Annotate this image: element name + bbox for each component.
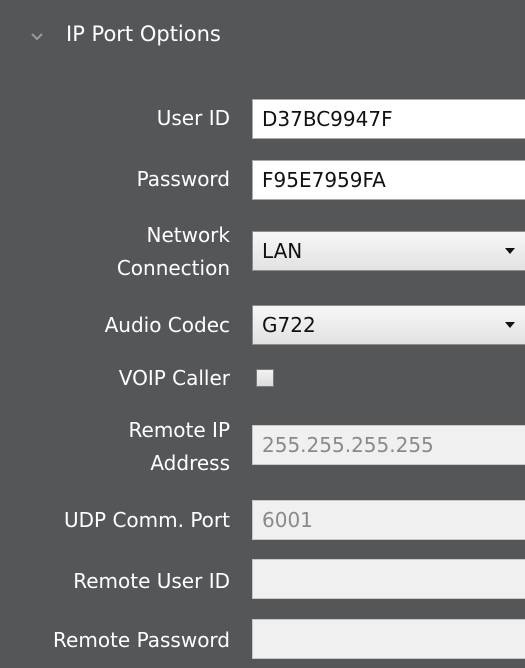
voip-caller-checkbox[interactable] xyxy=(256,369,274,387)
section-title: IP Port Options xyxy=(66,22,221,46)
dropdown-arrow-icon[interactable] xyxy=(505,248,515,254)
remote-ip-field[interactable]: 255.255.255.255 xyxy=(252,425,525,465)
udp-port-label: UDP Comm. Port xyxy=(64,508,230,532)
network-connection-label-line2: Connection xyxy=(116,256,230,280)
remote-ip-label-line1: Remote IP xyxy=(128,418,230,442)
voip-caller-label: VOIP Caller xyxy=(118,366,230,390)
user-id-label: User ID xyxy=(156,106,230,130)
password-field[interactable]: F95E7959FA xyxy=(252,160,525,200)
remote-password-label: Remote Password xyxy=(53,628,230,652)
section-header[interactable]: IP Port Options xyxy=(0,0,525,78)
audio-codec-value: G722 xyxy=(262,313,316,337)
dropdown-arrow-icon[interactable] xyxy=(505,322,515,328)
chevron-down-icon[interactable] xyxy=(30,30,44,44)
remote-user-id-label: Remote User ID xyxy=(73,569,230,593)
ip-port-options-panel: IP Port Options User ID D37BC9947F Passw… xyxy=(0,0,525,668)
remote-password-field[interactable] xyxy=(252,619,525,659)
network-connection-value: LAN xyxy=(262,239,303,263)
user-id-field[interactable]: D37BC9947F xyxy=(252,99,525,139)
network-connection-label-line1: Network xyxy=(146,223,230,247)
password-label: Password xyxy=(136,167,230,191)
audio-codec-select[interactable]: G722 xyxy=(252,305,525,345)
audio-codec-label: Audio Codec xyxy=(104,313,230,337)
remote-ip-label-line2: Address xyxy=(150,451,230,475)
udp-port-field[interactable]: 6001 xyxy=(252,500,525,540)
network-connection-select[interactable]: LAN xyxy=(252,231,525,271)
remote-user-id-field[interactable] xyxy=(252,559,525,599)
